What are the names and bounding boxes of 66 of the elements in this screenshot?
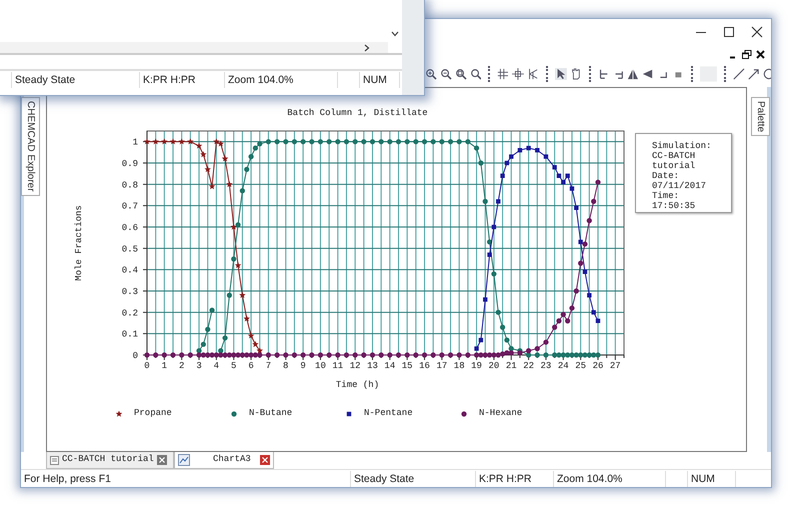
tick-label: 23 xyxy=(540,361,552,371)
tick-label: 1 xyxy=(132,138,138,148)
tick-label: 17 xyxy=(436,361,448,371)
legend-label: N-Hexane xyxy=(479,407,522,420)
legend-label: N-Pentane xyxy=(364,407,413,420)
status-text: K:PR H:PR xyxy=(140,72,225,88)
tick-label: 6 xyxy=(248,361,254,371)
status-text: Steady State xyxy=(351,470,476,486)
tick-label: 8 xyxy=(283,361,288,371)
tick-label: 19 xyxy=(471,361,482,371)
info-text: Time: xyxy=(652,191,680,201)
info-text: Simulation: xyxy=(652,141,712,151)
status-text: Steady State xyxy=(12,72,140,88)
tick-label: 1 xyxy=(162,361,168,371)
tick-label: 21 xyxy=(506,361,517,371)
status-text: For Help, press F1 xyxy=(21,470,351,486)
status-text: NUM xyxy=(360,72,400,88)
tick-label: 13 xyxy=(367,361,378,371)
tick-label: 0 xyxy=(144,361,150,371)
info-text: CC-BATCH xyxy=(652,151,696,161)
tick-label: 16 xyxy=(419,361,430,371)
tick-label: 0.2 xyxy=(122,308,138,318)
legend-label: N-Butane xyxy=(249,407,292,420)
tick-label: 0.9 xyxy=(122,159,138,169)
tick-label: 11 xyxy=(332,361,344,371)
tick-label: 0.4 xyxy=(122,266,138,276)
document-tab[interactable]: CC-BATCH tutorial xyxy=(46,452,174,469)
tick-label: 14 xyxy=(384,361,396,371)
legend-label: Propane xyxy=(134,407,172,420)
tick-label: 3 xyxy=(196,361,202,371)
tick-label: 24 xyxy=(558,361,569,371)
status-text: Zoom 104.0% xyxy=(554,470,666,486)
tick-label: 26 xyxy=(592,361,604,371)
tick-label: 15 xyxy=(402,361,413,371)
info-text: 07/11/2017 xyxy=(652,181,708,191)
tick-label: 18 xyxy=(454,361,465,371)
tick-label: 0.7 xyxy=(122,202,138,212)
axis-title: Time (h) xyxy=(336,380,380,390)
tick-label: 27 xyxy=(610,361,621,371)
palette-tab[interactable]: Palette xyxy=(751,97,770,136)
tick-label: 0.3 xyxy=(122,287,138,297)
axis-title: Mole Fractions xyxy=(74,205,84,281)
tick-label: 0.1 xyxy=(122,330,138,340)
tick-label: 0.6 xyxy=(122,223,138,233)
tick-label: 0.8 xyxy=(122,180,138,190)
chart-title: Batch Column 1, Distillate xyxy=(287,108,428,118)
info-text: 17:50:35 xyxy=(652,201,696,211)
info-text: Date: xyxy=(652,171,680,181)
status-text: K:PR H:PR xyxy=(476,470,554,486)
tick-label: 10 xyxy=(315,361,326,371)
tick-label: 12 xyxy=(350,361,361,371)
document-tab[interactable]: ChartA3 xyxy=(174,452,274,469)
explorer-tab[interactable]: CHEMCAD Explorer xyxy=(21,97,40,196)
tick-label: 9 xyxy=(300,361,306,371)
tick-label: 25 xyxy=(575,361,586,371)
tick-label: 0 xyxy=(132,351,138,361)
tick-label: 0.5 xyxy=(122,244,138,254)
info-text: tutorial xyxy=(652,161,696,171)
tick-label: 22 xyxy=(523,361,534,371)
status-text: NUM xyxy=(688,470,736,486)
tick-label: 7 xyxy=(266,361,272,371)
tick-label: 2 xyxy=(179,361,184,371)
status-text: Zoom 104.0% xyxy=(225,72,338,88)
tick-label: 20 xyxy=(488,361,500,371)
tick-label: 4 xyxy=(214,361,220,371)
tick-label: 5 xyxy=(231,361,236,371)
